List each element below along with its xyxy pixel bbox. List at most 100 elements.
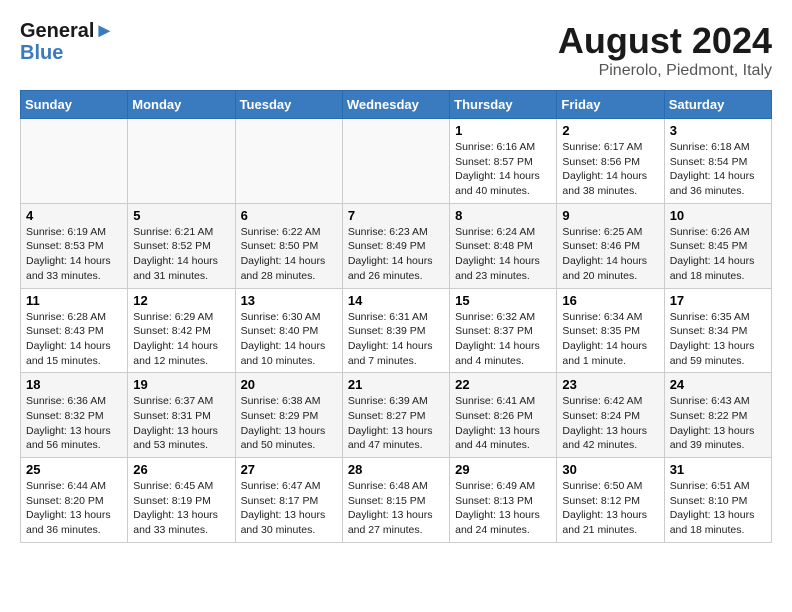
calendar-cell: 30 Sunrise: 6:50 AMSunset: 8:12 PMDayligh…: [557, 458, 664, 543]
calendar-cell: 29 Sunrise: 6:49 AMSunset: 8:13 PMDayligh…: [450, 458, 557, 543]
day-number: 10: [670, 208, 766, 223]
day-number: 7: [348, 208, 444, 223]
logo-wordmark: General► Blue: [20, 20, 114, 64]
day-info: Sunrise: 6:23 AMSunset: 8:49 PMDaylight:…: [348, 225, 444, 284]
day-number: 13: [241, 293, 337, 308]
column-header-wednesday: Wednesday: [342, 91, 449, 119]
day-number: 26: [133, 462, 229, 477]
title-section: August 2024 Pinerolo, Piedmont, Italy: [558, 20, 772, 80]
column-header-sunday: Sunday: [21, 91, 128, 119]
day-info: Sunrise: 6:50 AMSunset: 8:12 PMDaylight:…: [562, 479, 658, 538]
week-row: 11Sunrise: 6:28 AMSunset: 8:43 PMDayligh…: [21, 288, 772, 373]
calendar-cell: 3 Sunrise: 6:18 AMSunset: 8:54 PMDaylight…: [664, 119, 771, 204]
day-info: Sunrise: 6:41 AMSunset: 8:26 PMDaylight:…: [455, 394, 551, 453]
calendar-cell: 11Sunrise: 6:28 AMSunset: 8:43 PMDayligh…: [21, 288, 128, 373]
day-number: 2: [562, 123, 658, 138]
day-number: 21: [348, 377, 444, 392]
day-info: Sunrise: 6:34 AMSunset: 8:35 PMDaylight:…: [562, 310, 658, 369]
week-row: 18 Sunrise: 6:36 AMSunset: 8:32 PMDayligh…: [21, 373, 772, 458]
day-number: 30: [562, 462, 658, 477]
day-number: 28: [348, 462, 444, 477]
calendar-cell: 2 Sunrise: 6:17 AMSunset: 8:56 PMDaylight…: [557, 119, 664, 204]
day-info: Sunrise: 6:19 AMSunset: 8:53 PMDaylight:…: [26, 225, 122, 284]
day-info: Sunrise: 6:22 AMSunset: 8:50 PMDaylight:…: [241, 225, 337, 284]
day-number: 24: [670, 377, 766, 392]
day-info: Sunrise: 6:38 AMSunset: 8:29 PMDaylight:…: [241, 394, 337, 453]
calendar-cell: [21, 119, 128, 204]
calendar-cell: 22 Sunrise: 6:41 AMSunset: 8:26 PMDayligh…: [450, 373, 557, 458]
calendar-cell: 21Sunrise: 6:39 AMSunset: 8:27 PMDayligh…: [342, 373, 449, 458]
week-row: 1 Sunrise: 6:16 AMSunset: 8:57 PMDaylight…: [21, 119, 772, 204]
calendar-cell: 26 Sunrise: 6:45 AMSunset: 8:19 PMDayligh…: [128, 458, 235, 543]
day-info: Sunrise: 6:48 AMSunset: 8:15 PMDaylight:…: [348, 479, 444, 538]
calendar-cell: 10Sunrise: 6:26 AMSunset: 8:45 PMDayligh…: [664, 203, 771, 288]
location: Pinerolo, Piedmont, Italy: [558, 62, 772, 80]
calendar-cell: [128, 119, 235, 204]
day-info: Sunrise: 6:17 AMSunset: 8:56 PMDaylight:…: [562, 140, 658, 199]
day-number: 25: [26, 462, 122, 477]
calendar-cell: 5 Sunrise: 6:21 AMSunset: 8:52 PMDaylight…: [128, 203, 235, 288]
day-number: 6: [241, 208, 337, 223]
day-number: 23: [562, 377, 658, 392]
calendar-cell: 28 Sunrise: 6:48 AMSunset: 8:15 PMDayligh…: [342, 458, 449, 543]
day-info: Sunrise: 6:49 AMSunset: 8:13 PMDaylight:…: [455, 479, 551, 538]
day-info: Sunrise: 6:24 AMSunset: 8:48 PMDaylight:…: [455, 225, 551, 284]
calendar-cell: 4 Sunrise: 6:19 AMSunset: 8:53 PMDaylight…: [21, 203, 128, 288]
day-number: 29: [455, 462, 551, 477]
calendar-cell: 14Sunrise: 6:31 AMSunset: 8:39 PMDayligh…: [342, 288, 449, 373]
day-number: 20: [241, 377, 337, 392]
calendar-cell: 27 Sunrise: 6:47 AMSunset: 8:17 PMDayligh…: [235, 458, 342, 543]
day-number: 17: [670, 293, 766, 308]
day-info: Sunrise: 6:37 AMSunset: 8:31 PMDaylight:…: [133, 394, 229, 453]
calendar-cell: 9Sunrise: 6:25 AMSunset: 8:46 PMDaylight…: [557, 203, 664, 288]
calendar-cell: 1 Sunrise: 6:16 AMSunset: 8:57 PMDaylight…: [450, 119, 557, 204]
month-title: August 2024: [558, 20, 772, 62]
day-number: 22: [455, 377, 551, 392]
calendar-cell: 23 Sunrise: 6:42 AMSunset: 8:24 PMDayligh…: [557, 373, 664, 458]
day-info: Sunrise: 6:21 AMSunset: 8:52 PMDaylight:…: [133, 225, 229, 284]
week-row: 25 Sunrise: 6:44 AMSunset: 8:20 PMDayligh…: [21, 458, 772, 543]
day-info: Sunrise: 6:43 AMSunset: 8:22 PMDaylight:…: [670, 394, 766, 453]
calendar-cell: 31 Sunrise: 6:51 AMSunset: 8:10 PMDayligh…: [664, 458, 771, 543]
day-number: 27: [241, 462, 337, 477]
calendar-cell: 20 Sunrise: 6:38 AMSunset: 8:29 PMDayligh…: [235, 373, 342, 458]
calendar-cell: 25 Sunrise: 6:44 AMSunset: 8:20 PMDayligh…: [21, 458, 128, 543]
day-number: 4: [26, 208, 122, 223]
page-header: General► Blue August 2024 Pinerolo, Pied…: [20, 20, 772, 80]
column-header-monday: Monday: [128, 91, 235, 119]
day-info: Sunrise: 6:44 AMSunset: 8:20 PMDaylight:…: [26, 479, 122, 538]
header-row: SundayMondayTuesdayWednesdayThursdayFrid…: [21, 91, 772, 119]
day-number: 9: [562, 208, 658, 223]
day-info: Sunrise: 6:42 AMSunset: 8:24 PMDaylight:…: [562, 394, 658, 453]
column-header-tuesday: Tuesday: [235, 91, 342, 119]
day-number: 19: [133, 377, 229, 392]
column-header-saturday: Saturday: [664, 91, 771, 119]
day-number: 11: [26, 293, 122, 308]
column-header-friday: Friday: [557, 91, 664, 119]
day-info: Sunrise: 6:47 AMSunset: 8:17 PMDaylight:…: [241, 479, 337, 538]
calendar-cell: 15Sunrise: 6:32 AMSunset: 8:37 PMDayligh…: [450, 288, 557, 373]
day-number: 18: [26, 377, 122, 392]
day-info: Sunrise: 6:31 AMSunset: 8:39 PMDaylight:…: [348, 310, 444, 369]
day-info: Sunrise: 6:45 AMSunset: 8:19 PMDaylight:…: [133, 479, 229, 538]
day-info: Sunrise: 6:16 AMSunset: 8:57 PMDaylight:…: [455, 140, 551, 199]
day-number: 8: [455, 208, 551, 223]
calendar-cell: [342, 119, 449, 204]
calendar-cell: 6 Sunrise: 6:22 AMSunset: 8:50 PMDaylight…: [235, 203, 342, 288]
column-header-thursday: Thursday: [450, 91, 557, 119]
calendar-table: SundayMondayTuesdayWednesdayThursdayFrid…: [20, 90, 772, 543]
calendar-cell: 12Sunrise: 6:29 AMSunset: 8:42 PMDayligh…: [128, 288, 235, 373]
calendar-cell: 19 Sunrise: 6:37 AMSunset: 8:31 PMDayligh…: [128, 373, 235, 458]
day-number: 3: [670, 123, 766, 138]
day-info: Sunrise: 6:51 AMSunset: 8:10 PMDaylight:…: [670, 479, 766, 538]
day-number: 31: [670, 462, 766, 477]
day-number: 5: [133, 208, 229, 223]
calendar-cell: [235, 119, 342, 204]
day-info: Sunrise: 6:18 AMSunset: 8:54 PMDaylight:…: [670, 140, 766, 199]
calendar-cell: 18 Sunrise: 6:36 AMSunset: 8:32 PMDayligh…: [21, 373, 128, 458]
day-number: 12: [133, 293, 229, 308]
day-number: 1: [455, 123, 551, 138]
day-info: Sunrise: 6:36 AMSunset: 8:32 PMDaylight:…: [26, 394, 122, 453]
logo: General► Blue: [20, 20, 114, 64]
calendar-cell: 7 Sunrise: 6:23 AMSunset: 8:49 PMDaylight…: [342, 203, 449, 288]
